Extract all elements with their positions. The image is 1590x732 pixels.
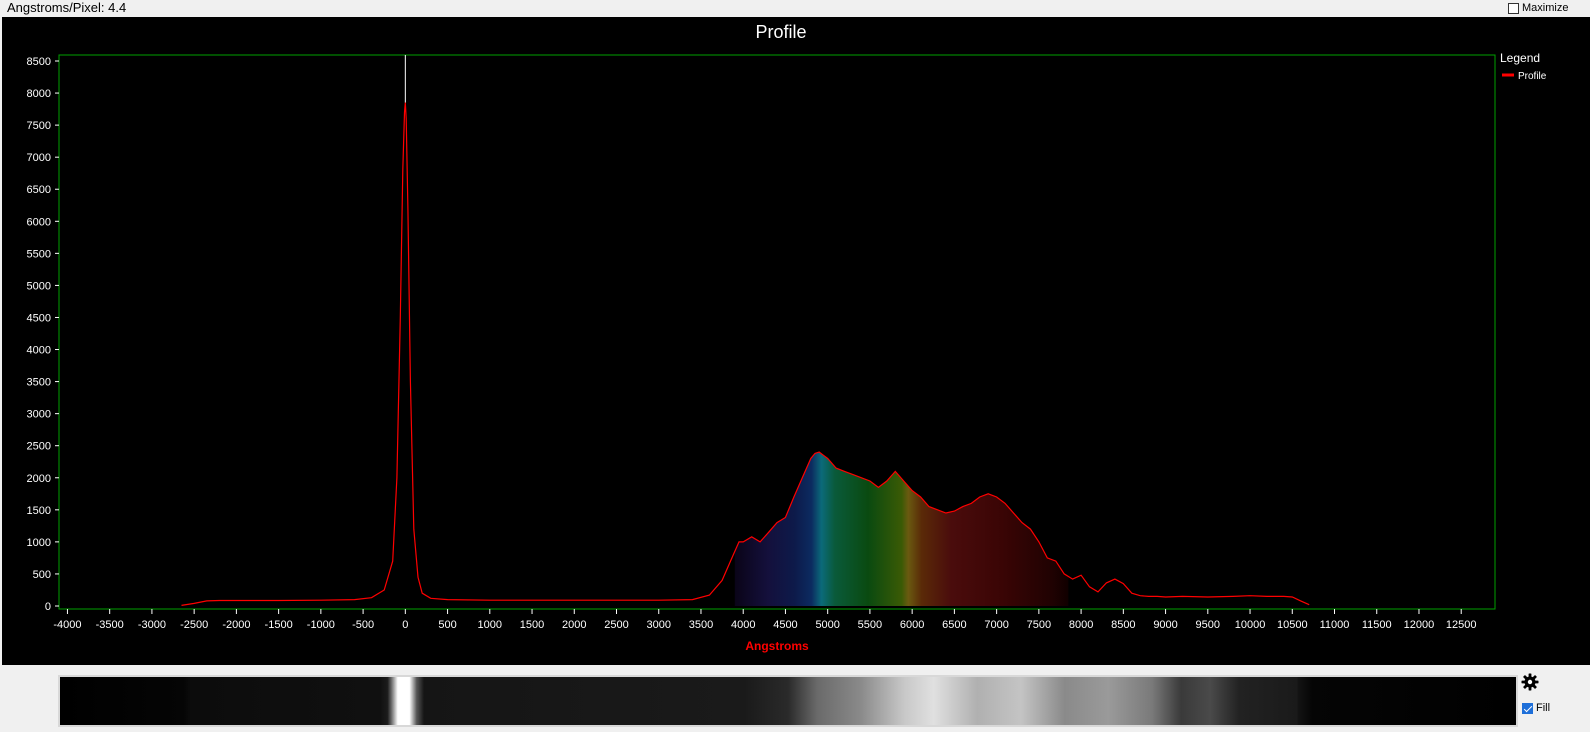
maximize-label: Maximize — [1522, 2, 1569, 14]
y-tick-label: 8500 — [27, 56, 51, 68]
spectrum-fill — [734, 452, 1069, 606]
x-axis-title: Angstroms — [745, 639, 809, 653]
x-tick-label: 12500 — [1446, 619, 1477, 631]
legend-title: Legend — [1500, 51, 1540, 65]
fill-toggle[interactable]: Fill — [1522, 702, 1550, 714]
y-tick-label: 1000 — [27, 537, 51, 549]
fill-checkbox[interactable] — [1522, 702, 1533, 714]
maximize-toggle[interactable]: Maximize — [1508, 1, 1568, 15]
maximize-checkbox[interactable] — [1508, 2, 1519, 14]
y-tick-label: 3500 — [27, 377, 51, 389]
x-tick-label: 500 — [438, 619, 456, 631]
y-tick-label: 2000 — [27, 473, 51, 485]
x-tick-label: 12000 — [1404, 619, 1435, 631]
x-tick-label: -3500 — [96, 619, 124, 631]
x-tick-label: -500 — [352, 619, 374, 631]
x-tick-label: 4000 — [731, 619, 755, 631]
x-tick-label: -1500 — [265, 619, 293, 631]
x-tick-label: 2000 — [562, 619, 586, 631]
x-tick-label: 1500 — [520, 619, 544, 631]
x-tick-label: 9500 — [1196, 619, 1220, 631]
y-tick-label: 7000 — [27, 152, 51, 164]
series-line-profile[interactable] — [181, 102, 1310, 606]
x-tick-label: 5500 — [858, 619, 882, 631]
spectrum-strip-svg — [60, 677, 1516, 725]
y-tick-label: 4000 — [27, 345, 51, 357]
x-tick-label: -1000 — [307, 619, 335, 631]
y-tick-label: 1500 — [27, 505, 51, 517]
top-bar: Angstroms/Pixel: 4.4 Maximize — [0, 0, 1590, 17]
x-tick-label: -2000 — [222, 619, 250, 631]
x-tick-label: -4000 — [53, 619, 81, 631]
spectrum-image-strip[interactable] — [58, 675, 1518, 727]
x-tick-label: 3000 — [646, 619, 670, 631]
y-tick-label: 5000 — [27, 280, 51, 292]
y-tick-label: 3000 — [27, 409, 51, 421]
y-tick-label: 4500 — [27, 312, 51, 324]
y-tick-label: 7500 — [27, 120, 51, 132]
x-tick-label: 2500 — [604, 619, 628, 631]
spectrum-strip-area: Fill — [0, 665, 1590, 732]
x-tick-label: 9000 — [1153, 619, 1177, 631]
x-tick-label: 7500 — [1027, 619, 1051, 631]
x-tick-label: 8500 — [1111, 619, 1135, 631]
x-tick-label: 6500 — [942, 619, 966, 631]
x-tick-label: 1000 — [478, 619, 502, 631]
spectrum-profile-window: Angstroms/Pixel: 4.4 Maximize Profile 0 50… — [0, 0, 1590, 732]
gear-icon[interactable] — [1521, 673, 1539, 691]
x-tick-label: 10500 — [1277, 619, 1308, 631]
x-tick-label: -3000 — [138, 619, 166, 631]
y-tick-label: 5500 — [27, 248, 51, 260]
x-tick-label: 3500 — [689, 619, 713, 631]
y-tick-label: 6500 — [27, 184, 51, 196]
x-tick-label: -2500 — [180, 619, 208, 631]
angstroms-per-pixel-label: Angstroms/Pixel: 4.4 — [7, 0, 127, 15]
y-tick-label: 8000 — [27, 88, 51, 100]
y-tick-label: 500 — [33, 569, 51, 581]
x-tick-label: 4500 — [773, 619, 797, 631]
profile-chart-svg[interactable]: Profile 0 500 1000 1500 2000 2500 3000 3500 4000 4… — [2, 17, 1590, 665]
profile-chart[interactable]: Profile 0 500 1000 1500 2000 2500 3000 3500 4000 4… — [2, 17, 1590, 665]
x-tick-label: 6000 — [900, 619, 924, 631]
x-tick-label: 0 — [402, 619, 408, 631]
x-tick-label: 10000 — [1235, 619, 1266, 631]
x-tick-label: 11000 — [1320, 619, 1350, 631]
legend-entry-label[interactable]: Profile — [1518, 71, 1547, 82]
y-tick-label: 0 — [45, 601, 51, 613]
fill-label: Fill — [1536, 702, 1551, 714]
spectrum-strip-image — [60, 677, 1516, 725]
x-tick-label: 7000 — [984, 619, 1008, 631]
x-tick-label: 5000 — [815, 619, 839, 631]
x-tick-label: 11500 — [1362, 619, 1392, 631]
x-tick-label: 8000 — [1069, 619, 1093, 631]
y-tick-label: 2500 — [27, 441, 51, 453]
y-tick-label: 6000 — [27, 216, 51, 228]
chart-title: Profile — [755, 22, 806, 42]
